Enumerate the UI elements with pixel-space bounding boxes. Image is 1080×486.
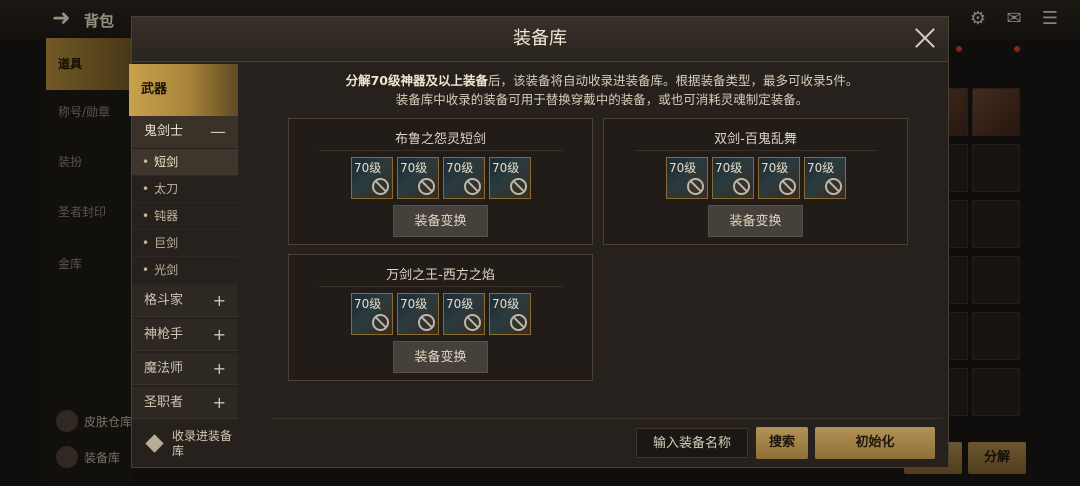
slot-level: 70级 xyxy=(446,297,474,311)
class-navigation: 武器 鬼剑士 — 短剑 太刀 钝器 巨剑 光剑 格斗家 + 神枪手 + 魔法师 … xyxy=(129,64,238,467)
equipment-slot[interactable]: 70级 xyxy=(351,293,393,335)
subtype-item-short-sword[interactable]: 短剑 xyxy=(132,149,238,176)
class-item-mage[interactable]: 魔法师 + xyxy=(132,353,238,385)
equipment-transform-button[interactable]: 装备变换 xyxy=(393,341,488,373)
equipment-slot[interactable]: 70级 xyxy=(758,157,800,199)
category-tab-weapon[interactable]: 武器 xyxy=(129,64,238,116)
equipment-slots: 70级 70级 70级 70级 xyxy=(351,293,531,335)
slot-level: 70级 xyxy=(807,161,835,175)
collect-label: 收录进装备库 xyxy=(172,429,233,458)
locked-icon xyxy=(372,178,389,195)
class-label: 圣职者 xyxy=(144,395,184,410)
locked-icon xyxy=(418,178,435,195)
expand-icon[interactable]: + xyxy=(213,319,226,351)
slot-level: 70级 xyxy=(492,297,520,311)
equipment-slot[interactable]: 70级 xyxy=(489,157,531,199)
slot-level: 70级 xyxy=(761,161,789,175)
slot-level: 70级 xyxy=(400,297,428,311)
divider xyxy=(319,286,562,287)
description-line2: 装备库中收录的装备可用于替换穿戴中的装备，或也可消耗灵魂制定装备。 xyxy=(395,92,809,107)
locked-icon xyxy=(825,178,842,195)
class-item-slayer[interactable]: 鬼剑士 — xyxy=(132,116,238,148)
equipment-slot[interactable]: 70级 xyxy=(666,157,708,199)
locked-icon xyxy=(418,314,435,331)
equipment-slots: 70级 70级 70级 70级 xyxy=(666,157,846,199)
slot-level: 70级 xyxy=(446,161,474,175)
equipment-slot[interactable]: 70级 xyxy=(489,293,531,335)
divider xyxy=(319,150,562,151)
footer-divider xyxy=(272,418,942,419)
modal-header: 装备库 xyxy=(132,17,948,62)
equipment-name: 双剑-百鬼乱舞 xyxy=(714,132,797,147)
equipment-slot[interactable]: 70级 xyxy=(351,157,393,199)
equipment-slot[interactable]: 70级 xyxy=(397,157,439,199)
close-icon[interactable] xyxy=(912,25,938,51)
equipment-card: 布鲁之怨灵短剑 70级 70级 70级 70级 装备变换 xyxy=(288,118,593,245)
slot-level: 70级 xyxy=(354,161,382,175)
expand-icon[interactable]: + xyxy=(213,387,226,419)
equipment-slot[interactable]: 70级 xyxy=(804,157,846,199)
divider xyxy=(634,150,877,151)
class-item-priest[interactable]: 圣职者 + xyxy=(132,387,238,419)
locked-icon xyxy=(779,178,796,195)
class-label: 魔法师 xyxy=(144,361,184,376)
equipment-transform-button[interactable]: 装备变换 xyxy=(708,205,803,237)
reset-button[interactable]: 初始化 xyxy=(815,427,935,459)
equipment-slots: 70级 70级 70级 70级 xyxy=(351,157,531,199)
class-label: 格斗家 xyxy=(144,293,184,308)
locked-icon xyxy=(464,314,481,331)
equipment-transform-button[interactable]: 装备变换 xyxy=(393,205,488,237)
class-item-gunner[interactable]: 神枪手 + xyxy=(132,319,238,351)
locked-icon xyxy=(372,314,389,331)
equipment-slot[interactable]: 70级 xyxy=(712,157,754,199)
expand-icon[interactable]: + xyxy=(213,353,226,385)
diamond-icon xyxy=(144,433,166,455)
slot-level: 70级 xyxy=(354,297,382,311)
description-highlight: 分解70级神器及以上装备 xyxy=(345,73,488,88)
equipment-card: 万剑之王-西方之焰 70级 70级 70级 70级 装备变换 xyxy=(288,254,593,381)
subtype-item-katana[interactable]: 太刀 xyxy=(132,176,238,203)
equipment-card: 双剑-百鬼乱舞 70级 70级 70级 70级 装备变换 xyxy=(603,118,908,245)
locked-icon xyxy=(464,178,481,195)
class-item-fighter[interactable]: 格斗家 + xyxy=(132,285,238,317)
equipment-slot[interactable]: 70级 xyxy=(443,157,485,199)
slot-level: 70级 xyxy=(669,161,697,175)
expand-icon[interactable]: + xyxy=(213,285,226,317)
equipment-library-modal: 装备库 武器 鬼剑士 — 短剑 太刀 钝器 巨剑 光剑 格斗家 + 神枪手 + … xyxy=(129,16,949,468)
search-button[interactable]: 搜索 xyxy=(756,427,808,459)
collect-to-library[interactable]: 收录进装备库 xyxy=(144,429,238,459)
modal-title: 装备库 xyxy=(513,28,567,49)
equipment-slot[interactable]: 70级 xyxy=(397,293,439,335)
locked-icon xyxy=(510,314,527,331)
equipment-search-input[interactable] xyxy=(636,428,748,458)
locked-icon xyxy=(510,178,527,195)
class-label: 神枪手 xyxy=(144,327,184,342)
slot-level: 70级 xyxy=(400,161,428,175)
slot-level: 70级 xyxy=(492,161,520,175)
description-line1: 后，该装备将自动收录进装备库。根据装备类型，最多可收录5件。 xyxy=(487,73,859,88)
subtype-item-greatsword[interactable]: 巨剑 xyxy=(132,230,238,257)
locked-icon xyxy=(733,178,750,195)
slot-level: 70级 xyxy=(715,161,743,175)
equipment-slot[interactable]: 70级 xyxy=(443,293,485,335)
collapse-icon[interactable]: — xyxy=(210,116,226,148)
subtype-item-blunt[interactable]: 钝器 xyxy=(132,203,238,230)
class-label: 鬼剑士 xyxy=(144,124,184,139)
equipment-name: 布鲁之怨灵短剑 xyxy=(394,132,486,147)
equipment-name: 万剑之王-西方之焰 xyxy=(386,268,495,283)
library-description: 分解70级神器及以上装备后，该装备将自动收录进装备库。根据装备类型，最多可收录5… xyxy=(282,71,922,109)
locked-icon xyxy=(687,178,704,195)
subtype-item-beam-sword[interactable]: 光剑 xyxy=(132,257,238,284)
